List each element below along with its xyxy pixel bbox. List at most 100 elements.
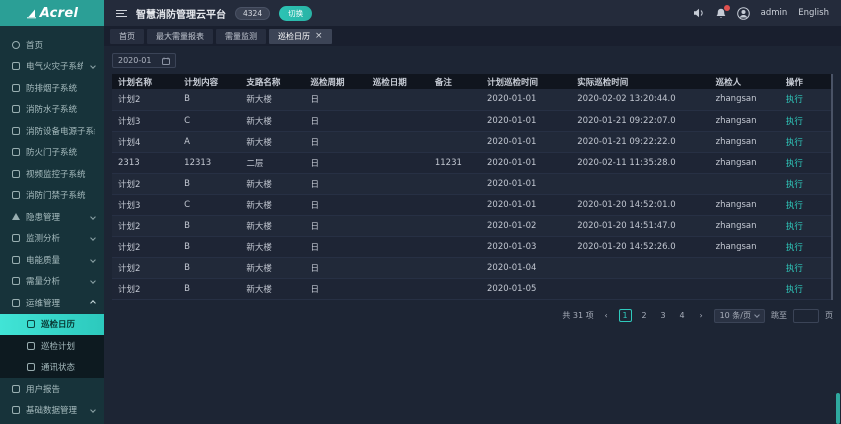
next-page-button[interactable]: › (695, 309, 708, 322)
column-header: 支路名称 (240, 74, 304, 89)
inspection-calendar-icon (27, 320, 35, 328)
alarm-count-badge: 4324 (235, 7, 270, 20)
sidebar-item-label: 电能质量 (26, 254, 83, 266)
tab-home[interactable]: 首页 (110, 29, 144, 44)
execute-link[interactable]: 执行 (786, 264, 803, 274)
table-cell: 2020-01-04 (481, 257, 571, 278)
month-picker[interactable]: 2020-01 (112, 53, 176, 68)
tab-inspection-calendar[interactable]: 巡检日历× (269, 29, 332, 44)
sidebar-item-label: 防排烟子系统 (26, 82, 95, 94)
execute-link[interactable]: 执行 (786, 117, 803, 127)
page-button-4[interactable]: 4 (676, 309, 689, 322)
table-cell (367, 215, 429, 236)
table-cell: 日 (305, 110, 367, 131)
basic-data-icon (12, 406, 20, 414)
sidebar-item-fire-water[interactable]: 消防水子系统 (0, 99, 104, 121)
user-avatar-icon[interactable] (737, 7, 750, 20)
sidebar-item-label: 巡检计划 (41, 340, 95, 352)
table-cell: 计划3 (112, 194, 178, 215)
scrollbar-thumb[interactable] (836, 393, 840, 424)
sidebar-item-home[interactable]: 首页 (0, 34, 104, 56)
sidebar-item-monitor-analysis[interactable]: 监测分析 (0, 228, 104, 250)
table-cell: 2020-01-20 14:52:26.0 (571, 236, 709, 257)
sidebar-item-power-quality[interactable]: 电能质量 (0, 249, 104, 271)
action-cell: 执行 (780, 278, 831, 299)
execute-link[interactable]: 执行 (786, 159, 803, 169)
table-row: 计划3C新大楼日2020-01-012020-01-21 09:22:07.0z… (112, 110, 831, 131)
tab-demand-monitor[interactable]: 需量监测 (216, 29, 266, 44)
execute-link[interactable]: 执行 (786, 201, 803, 211)
sidebar-item-inspection-calendar[interactable]: 巡检日历 (0, 314, 104, 336)
username[interactable]: admin (761, 8, 788, 18)
filter-row: 2020-01 (112, 53, 833, 68)
hazard-management-icon (12, 213, 20, 220)
execute-link[interactable]: 执行 (786, 180, 803, 190)
header-actions: admin English (693, 7, 829, 20)
comm-status-icon (27, 363, 35, 371)
sidebar-item-comm-status[interactable]: 通讯状态 (0, 357, 104, 379)
sidebar-item-video-monitor[interactable]: 视频监控子系统 (0, 163, 104, 185)
table-cell (429, 89, 481, 110)
sidebar-item-smoke-exhaust[interactable]: 防排烟子系统 (0, 77, 104, 99)
page-button-3[interactable]: 3 (657, 309, 670, 322)
table-cell: 2020-02-02 13:20:44.0 (571, 89, 709, 110)
column-header: 计划名称 (112, 74, 178, 89)
sidebar-item-equipment-power[interactable]: 消防设备电源子系统 (0, 120, 104, 142)
language-switch[interactable]: English (798, 8, 829, 18)
sidebar-item-ops-management[interactable]: 运维管理 (0, 292, 104, 314)
table-cell (367, 152, 429, 173)
sidebar-item-hazard-management[interactable]: 隐患管理 (0, 206, 104, 228)
month-picker-value: 2020-01 (118, 56, 151, 65)
execute-link[interactable]: 执行 (786, 138, 803, 148)
chevron-down-icon (90, 214, 96, 220)
sidebar-item-user-report[interactable]: 用户报告 (0, 378, 104, 400)
table-cell: zhangsan (710, 194, 780, 215)
column-header: 巡检周期 (305, 74, 367, 89)
table-cell: 2020-01-03 (481, 236, 571, 257)
page-size-select[interactable]: 10 条/页 (714, 309, 765, 323)
chevron-down-icon (90, 257, 96, 263)
sidebar-item-basic-data[interactable]: 基础数据管理 (0, 400, 104, 422)
table-cell (429, 194, 481, 215)
sidebar-item-demand-analysis[interactable]: 需量分析 (0, 271, 104, 293)
sidebar-item-label: 基础数据管理 (26, 404, 83, 416)
table-cell: 2020-01-01 (481, 131, 571, 152)
sidebar: Acrel 首页电气火灾子系统防排烟子系统消防水子系统消防设备电源子系统防火门子… (0, 0, 104, 424)
table-cell: 2020-01-01 (481, 110, 571, 131)
video-monitor-icon (12, 170, 20, 178)
column-header: 计划内容 (178, 74, 240, 89)
sidebar-item-label: 巡检日历 (41, 318, 95, 330)
sidebar-item-label: 消防门禁子系统 (26, 189, 95, 201)
table-cell (571, 173, 709, 194)
table-cell: 新大楼 (240, 278, 304, 299)
notifications[interactable] (716, 8, 726, 19)
prev-page-button[interactable]: ‹ (600, 309, 613, 322)
jump-page-input[interactable] (793, 309, 819, 323)
main-area: 智慧消防管理云平台 4324 切换 (104, 0, 841, 424)
close-icon[interactable]: × (315, 32, 323, 41)
execute-link[interactable]: 执行 (786, 285, 803, 295)
table-row: 计划3C新大楼日2020-01-012020-01-20 14:52:01.0z… (112, 194, 831, 215)
speaker-icon[interactable] (693, 8, 705, 18)
electrical-fire-icon (12, 62, 20, 70)
tab-max-demand-report[interactable]: 最大需量报表 (147, 29, 213, 44)
execute-link[interactable]: 执行 (786, 222, 803, 232)
execute-link[interactable]: 执行 (786, 95, 803, 105)
sidebar-item-electrical-fire[interactable]: 电气火灾子系统 (0, 56, 104, 78)
switch-button[interactable]: 切换 (279, 6, 312, 21)
sidebar-item-fire-door[interactable]: 防火门子系统 (0, 142, 104, 164)
sidebar-item-inspection-plan[interactable]: 巡检计划 (0, 335, 104, 357)
sidebar-item-label: 监测分析 (26, 232, 83, 244)
chevron-down-icon (754, 312, 760, 318)
notification-badge (724, 5, 730, 11)
execute-link[interactable]: 执行 (786, 243, 803, 253)
column-header: 巡检日期 (367, 74, 429, 89)
hamburger-icon[interactable] (116, 10, 127, 17)
table-cell: zhangsan (710, 89, 780, 110)
table-cell: 二层 (240, 152, 304, 173)
table-cell: B (178, 236, 240, 257)
page-button-2[interactable]: 2 (638, 309, 651, 322)
sidebar-item-label: 消防设备电源子系统 (26, 125, 95, 137)
page-button-1[interactable]: 1 (619, 309, 632, 322)
sidebar-item-access-control[interactable]: 消防门禁子系统 (0, 185, 104, 207)
